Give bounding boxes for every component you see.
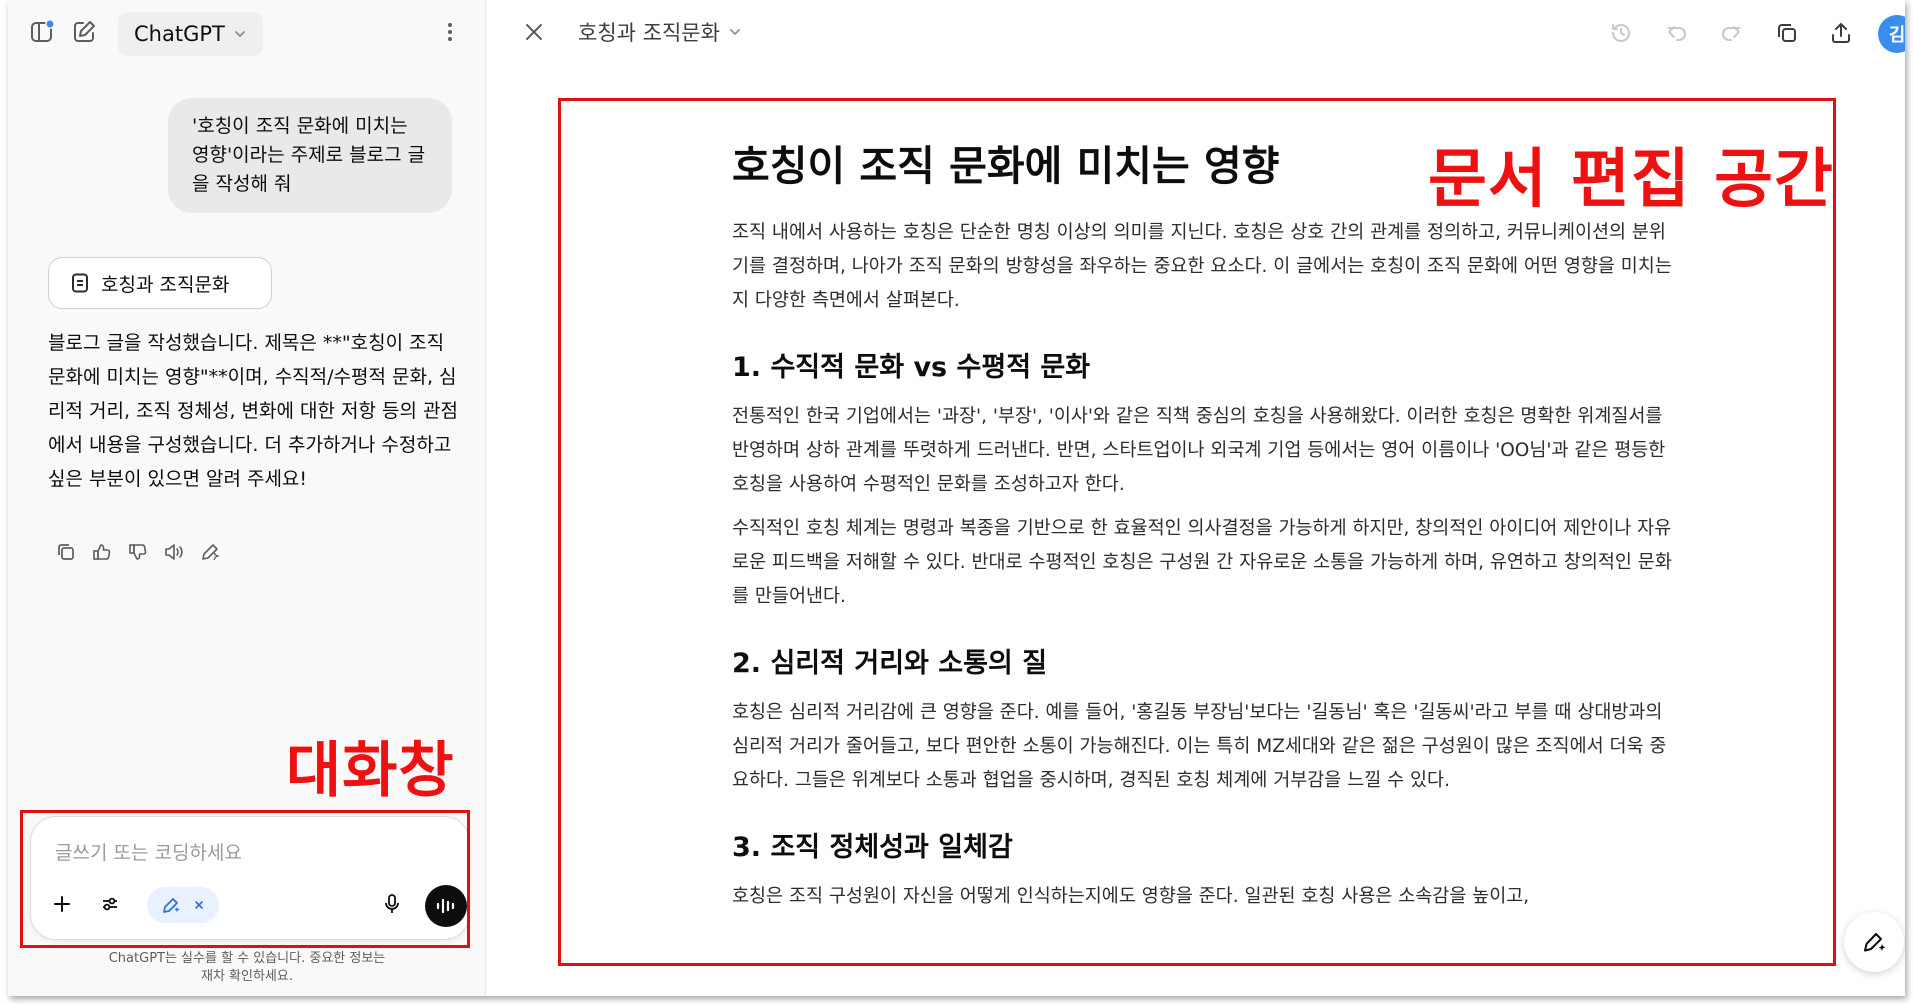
avatar[interactable]: 김 [1878, 15, 1905, 53]
section-2-heading: 2. 심리적 거리와 소통의 질 [732, 648, 1048, 679]
chat-pane: ChatGPT '호칭이 조직 문화에 미치는 영향'이라는 주제로 블로그 글… [8, 0, 486, 996]
edit-suggestions-button[interactable] [1844, 912, 1904, 972]
composer [30, 816, 470, 940]
message-actions [54, 540, 222, 564]
copy-icon[interactable] [54, 540, 78, 564]
thumbs-down-icon[interactable] [126, 540, 150, 564]
voice-waveform-icon [436, 898, 455, 914]
share-icon[interactable] [1824, 16, 1858, 50]
remove-tool-icon[interactable] [193, 899, 205, 911]
section-3-paragraph-1: 호칭은 조직 구성원이 자신을 어떻게 인식하는지에도 영향을 준다. 일관된 … [732, 886, 1530, 907]
canvas-pen-icon [163, 898, 180, 913]
user-message: '호칭이 조직 문화에 미치는 영향'이라는 주제로 블로그 글을 작성해 줘 [168, 98, 452, 213]
document-icon [72, 273, 88, 293]
voice-mode-button[interactable] [425, 885, 467, 927]
canvas-tool-chip[interactable] [147, 887, 219, 923]
disclaimer: ChatGPT는 실수를 할 수 있습니다. 중요한 정보는 재차 확인하세요. [108, 951, 386, 984]
composer-input[interactable] [55, 837, 445, 869]
chat-header: ChatGPT [8, 0, 486, 64]
thumbs-up-icon[interactable] [90, 540, 114, 564]
model-selector[interactable]: ChatGPT [118, 12, 263, 56]
tools-settings-icon[interactable] [93, 887, 127, 921]
version-history-icon[interactable] [1604, 16, 1638, 50]
section-1-paragraph-2: 수직적인 호칭 체계는 명령과 복종을 기반으로 한 효율적인 의사결정을 가능… [732, 518, 1672, 607]
redo-icon[interactable] [1714, 16, 1748, 50]
copy-document-icon[interactable] [1770, 16, 1804, 50]
new-chat-icon[interactable] [68, 16, 100, 48]
assistant-message: 블로그 글을 작성했습니다. 제목은 **"호칭이 조직 문화에 미치는 영향"… [48, 332, 458, 490]
edit-in-canvas-icon[interactable] [198, 540, 222, 564]
document-editor[interactable]: 호칭이 조직 문화에 미치는 영향 조직 내에서 사용하는 호칭은 단순한 명칭… [732, 136, 1672, 924]
model-name: ChatGPT [134, 22, 225, 46]
app-window: ChatGPT '호칭이 조직 문화에 미치는 영향'이라는 주제로 블로그 글… [8, 0, 1905, 996]
more-options-icon[interactable] [434, 16, 466, 48]
document-area-annotation: 문서 편집 공간 [1428, 143, 1834, 217]
pen-sparkle-icon [1864, 933, 1886, 952]
canvas-header: 호칭과 조직문화 김 [486, 0, 1905, 64]
section-1-heading: 1. 수직적 문화 vs 수평적 문화 [732, 352, 1091, 383]
canvas-chip-label: 호칭과 조직문화 [101, 273, 230, 296]
add-attachment-icon[interactable] [45, 887, 79, 921]
close-canvas-icon[interactable] [518, 16, 550, 48]
section-3-heading: 3. 조직 정체성과 일체감 [732, 832, 1013, 863]
chat-area-annotation: 대화창 [286, 736, 455, 806]
document-intro: 조직 내에서 사용하는 호칭은 단순한 명칭 이상의 의미를 지닌다. 호칭은 … [732, 222, 1672, 311]
undo-icon[interactable] [1660, 16, 1694, 50]
canvas-title-dropdown[interactable]: 호칭과 조직문화 [578, 16, 742, 48]
read-aloud-icon[interactable] [162, 540, 186, 564]
canvas-document-chip[interactable]: 호칭과 조직문화 [48, 257, 272, 309]
sidebar-toggle-icon[interactable] [26, 16, 58, 48]
section-2-paragraph-1: 호칭은 심리적 거리감에 큰 영향을 준다. 예를 들어, '홍길동 부장님'보… [732, 702, 1667, 791]
chevron-down-icon [234, 31, 245, 38]
section-1-paragraph-1: 전통적인 한국 기업에서는 '과장', '부장', '이사'와 같은 직책 중심… [732, 406, 1666, 495]
microphone-icon[interactable] [375, 887, 409, 921]
chevron-down-icon [730, 29, 740, 36]
canvas-title: 호칭과 조직문화 [578, 21, 720, 45]
